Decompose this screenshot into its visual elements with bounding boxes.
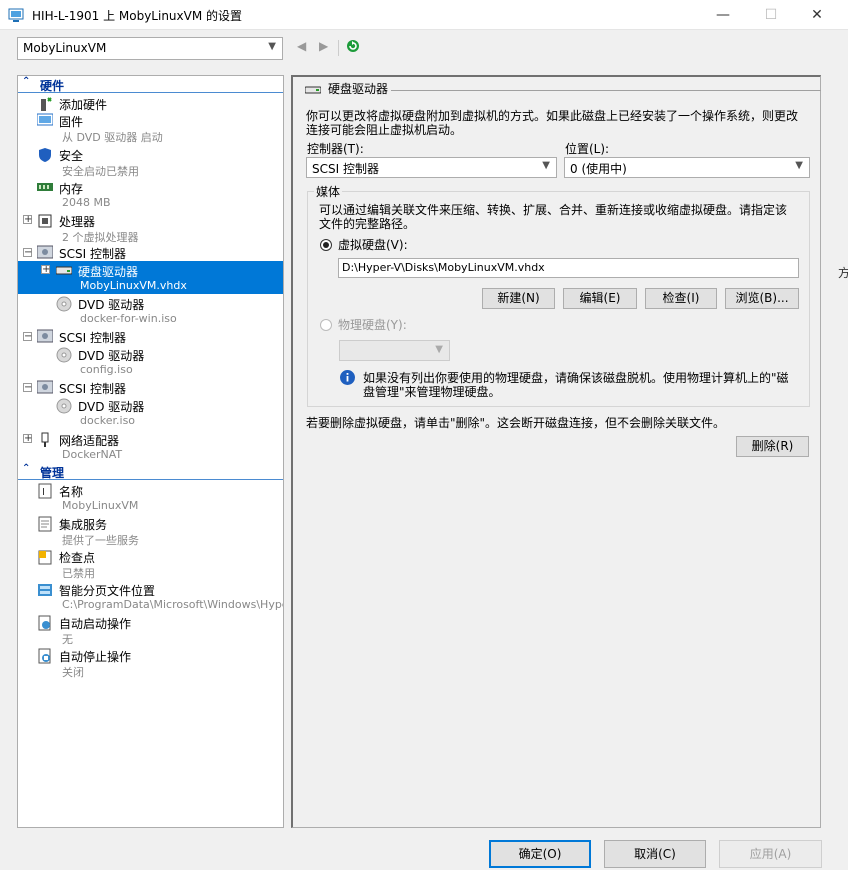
scsi-controller-icon xyxy=(36,245,54,261)
scsi-controller-icon xyxy=(36,329,54,345)
window-title: HIH-L-1901 上 MobyLinuxVM 的设置 xyxy=(32,9,243,23)
expand-icon[interactable]: + xyxy=(41,265,50,275)
apply-button[interactable]: 应用(A) xyxy=(719,840,822,868)
back-icon[interactable]: ◀ xyxy=(297,39,306,53)
smart-paging-icon xyxy=(37,582,53,598)
panel-title: 硬盘驱动器 xyxy=(328,82,389,96)
checkpoint-icon xyxy=(37,549,53,565)
info-icon xyxy=(340,370,355,385)
clipped-background-text: 方 xyxy=(838,266,848,280)
maximize-button[interactable]: ☐ xyxy=(748,0,794,30)
settings-tree: ⌃ 硬件 添加硬件 固件 从 DVD 驱动器 启动 安全 安全启动已禁用 内存 … xyxy=(17,75,284,828)
remove-description: 若要删除虚拟硬盘，请单击"删除"。这会断开磁盘连接，但不会删除关联文件。 xyxy=(306,416,726,430)
location-select[interactable]: 0 (使用中) ▼ xyxy=(564,157,810,178)
expand-icon[interactable]: + xyxy=(23,434,32,444)
processor-icon xyxy=(37,213,53,229)
title-bar: HIH-L-1901 上 MobyLinuxVM 的设置 — ☐ ✕ xyxy=(0,0,848,30)
memory-icon xyxy=(37,181,53,197)
chevron-down-icon: ▼ xyxy=(795,160,803,171)
tree-item-scsi-controller[interactable]: − SCSI 控制器 xyxy=(18,379,283,396)
tree-item-hard-drive[interactable]: + 硬盘驱动器 MobyLinuxVM.vhdx xyxy=(18,261,283,294)
inspect-button[interactable]: 检查(I) xyxy=(645,288,717,309)
close-button[interactable]: ✕ xyxy=(794,0,840,30)
info-text-line2: 盘管理"来管理物理硬盘。 xyxy=(363,385,501,399)
chevron-down-icon: ▼ xyxy=(268,41,276,52)
tree-item-security[interactable]: 安全 安全启动已禁用 xyxy=(18,145,283,178)
integration-services-icon xyxy=(37,516,53,532)
tree-item-scsi-controller[interactable]: − SCSI 控制器 xyxy=(18,328,283,345)
scsi-controller-icon xyxy=(36,380,54,396)
forward-icon[interactable]: ▶ xyxy=(319,39,328,53)
controller-select-value: SCSI 控制器 xyxy=(312,162,379,176)
minimize-button[interactable]: — xyxy=(700,0,746,30)
tree-item-firmware[interactable]: 固件 从 DVD 驱动器 启动 xyxy=(18,111,283,144)
browse-button[interactable]: 浏览(B)... xyxy=(725,288,799,309)
physical-hard-disk-label: 物理硬盘(Y): xyxy=(338,318,407,332)
tree-item-dvd-drive[interactable]: DVD 驱动器 config.iso xyxy=(18,345,283,378)
vhd-path-input[interactable]: D:\Hyper-V\Disks\MobyLinuxVM.vhdx xyxy=(338,258,799,278)
tree-item-scsi-controller[interactable]: − SCSI 控制器 xyxy=(18,244,283,261)
virtual-hard-disk-radio[interactable] xyxy=(320,239,332,251)
tree-item-checkpoints[interactable]: 检查点 已禁用 xyxy=(18,547,283,580)
app-icon xyxy=(8,7,24,23)
controller-select[interactable]: SCSI 控制器 ▼ xyxy=(306,157,557,178)
name-icon: I xyxy=(37,483,53,499)
dvd-icon xyxy=(56,398,72,414)
management-section-header[interactable]: ⌃ 管理 xyxy=(18,463,283,480)
tree-item-name[interactable]: I 名称 MobyLinuxVM xyxy=(18,481,283,514)
collapse-tree-icon[interactable]: − xyxy=(23,332,32,342)
tree-item-auto-start[interactable]: 自动启动操作 无 xyxy=(18,613,283,646)
tree-item-processor[interactable]: + 处理器 2 个虚拟处理器 xyxy=(18,211,283,244)
toolbar-divider xyxy=(338,40,339,56)
tree-item-integration-services[interactable]: 集成服务 提供了一些服务 xyxy=(18,514,283,547)
location-select-value: 0 (使用中) xyxy=(570,162,627,176)
controller-label: 控制器(T): xyxy=(307,142,364,156)
auto-start-icon xyxy=(37,615,53,631)
dvd-icon xyxy=(56,296,72,312)
collapse-tree-icon[interactable]: − xyxy=(23,248,32,258)
new-button[interactable]: 新建(N) xyxy=(482,288,555,309)
firmware-icon xyxy=(36,113,54,129)
edit-button[interactable]: 编辑(E) xyxy=(563,288,637,309)
media-description-line2: 文件的完整路径。 xyxy=(319,217,416,231)
hard-drive-icon xyxy=(55,264,73,280)
tree-item-dvd-drive[interactable]: DVD 驱动器 docker-for-win.iso xyxy=(18,294,283,327)
svg-text:I: I xyxy=(42,487,45,498)
refresh-icon[interactable] xyxy=(346,39,360,53)
tree-item-smart-paging[interactable]: 智能分页文件位置 C:\ProgramData\Microsoft\Window… xyxy=(18,580,283,613)
collapse-icon: ⌃ xyxy=(22,76,31,87)
vm-selector[interactable]: MobyLinuxVM ▼ xyxy=(17,37,283,60)
tree-item-auto-stop[interactable]: 自动停止操作 关闭 xyxy=(18,646,283,679)
add-hardware-icon xyxy=(38,96,54,112)
network-adapter-icon xyxy=(37,432,53,448)
remove-button[interactable]: 删除(R) xyxy=(736,436,809,457)
panel-description-line2: 连接可能会阻止虚拟机启动。 xyxy=(306,123,463,137)
info-text-line1: 如果没有列出你要使用的物理硬盘，请确保该磁盘脱机。使用物理计算机上的"磁 xyxy=(363,371,789,385)
vm-selector-value: MobyLinuxVM xyxy=(23,41,107,55)
ok-button[interactable]: 确定(O) xyxy=(489,840,591,868)
shield-icon xyxy=(37,147,53,163)
collapse-icon: ⌃ xyxy=(22,463,31,474)
chevron-down-icon: ▼ xyxy=(542,160,550,171)
collapse-tree-icon[interactable]: − xyxy=(23,383,32,393)
panel-title-divider xyxy=(391,90,821,91)
physical-hard-disk-radio[interactable] xyxy=(320,319,332,331)
physical-disk-select[interactable]: ▼ xyxy=(339,340,450,361)
tree-item-dvd-drive[interactable]: DVD 驱动器 docker.iso xyxy=(18,396,283,429)
tree-item-memory[interactable]: 内存 2048 MB xyxy=(18,178,283,211)
cancel-button[interactable]: 取消(C) xyxy=(604,840,706,868)
panel-description-line1: 你可以更改将虚拟硬盘附加到虚拟机的方式。如果此磁盘上已经安装了一个操作系统，则更… xyxy=(306,109,799,123)
hard-drive-icon xyxy=(304,84,322,94)
media-description-line1: 可以通过编辑关联文件来压缩、转换、扩展、合并、重新连接或收缩虚拟硬盘。请指定该 xyxy=(319,203,788,217)
chevron-down-icon: ▼ xyxy=(435,344,443,355)
auto-stop-icon xyxy=(37,648,53,664)
virtual-hard-disk-label: 虚拟硬盘(V): xyxy=(338,238,408,252)
expand-icon[interactable]: + xyxy=(23,215,32,225)
hardware-section-header[interactable]: ⌃ 硬件 xyxy=(18,76,283,93)
media-group-label: 媒体 xyxy=(314,185,343,199)
tree-item-network-adapter[interactable]: + 网络适配器 DockerNAT xyxy=(18,430,283,463)
dvd-icon xyxy=(56,347,72,363)
location-label: 位置(L): xyxy=(565,142,610,156)
